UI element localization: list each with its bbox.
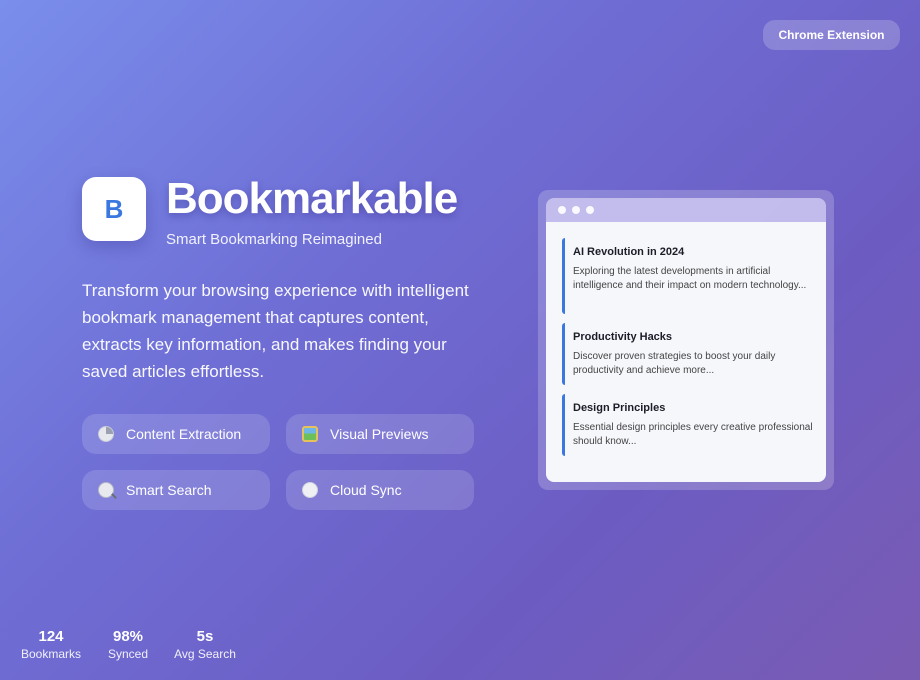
bookmark-card[interactable]: Design Principles Essential design princ… (562, 394, 814, 456)
cloud-icon (302, 482, 318, 498)
stat-bookmarks: 124 Bookmarks (20, 628, 82, 662)
bookmark-excerpt: Exploring the latest developments in art… (573, 266, 807, 291)
feature-label: Visual Previews (330, 426, 429, 442)
stat-value: 98% (112, 628, 144, 645)
feature-visual-previews[interactable]: Visual Previews (286, 414, 474, 454)
app-logo: B (82, 177, 146, 241)
feature-label: Cloud Sync (330, 482, 402, 498)
bookmark-title: Productivity Hacks (573, 331, 673, 343)
feature-content-extraction[interactable]: Content Extraction (82, 414, 270, 454)
chrome-extension-badge[interactable]: Chrome Extension (763, 20, 900, 50)
browser-preview: AI Revolution in 2024 Exploring the late… (538, 190, 834, 490)
stat-synced: 98% Synced (105, 628, 151, 662)
browser-title-bar (546, 198, 826, 222)
bookmark-list: AI Revolution in 2024 Exploring the late… (546, 222, 826, 482)
stat-label: Bookmarks (20, 647, 82, 661)
feature-label: Smart Search (126, 482, 212, 498)
feature-cloud-sync[interactable]: Cloud Sync (286, 470, 474, 510)
bookmark-title: AI Revolution in 2024 (573, 246, 685, 258)
stat-label: Synced (107, 647, 149, 661)
app-title: Bookmarkable (166, 174, 458, 223)
picture-icon (302, 426, 318, 442)
app-description: Transform your browsing experience with … (82, 281, 469, 381)
bookmark-card[interactable]: AI Revolution in 2024 Exploring the late… (562, 238, 814, 314)
stat-value: 124 (38, 628, 64, 645)
window-dot-icon (558, 206, 566, 214)
feature-label: Content Extraction (126, 426, 242, 442)
bookmark-card[interactable]: Productivity Hacks Discover proven strat… (562, 323, 814, 385)
stat-value: 5s (196, 628, 214, 645)
bookmark-excerpt: Discover proven strategies to boost your… (573, 351, 776, 376)
window-dot-icon (572, 206, 580, 214)
pie-chart-icon (98, 426, 114, 442)
bookmark-title: Design Principles (573, 402, 666, 414)
stat-label: Avg Search (174, 647, 236, 661)
bookmark-excerpt: Essential design principles every creati… (573, 422, 813, 447)
app-subtitle: Smart Bookmarking Reimagined (166, 231, 382, 248)
window-dot-icon (586, 206, 594, 214)
stat-avg-search: 5s Avg Search (172, 628, 238, 662)
feature-smart-search[interactable]: Smart Search (82, 470, 270, 510)
magnifier-icon (98, 482, 114, 498)
